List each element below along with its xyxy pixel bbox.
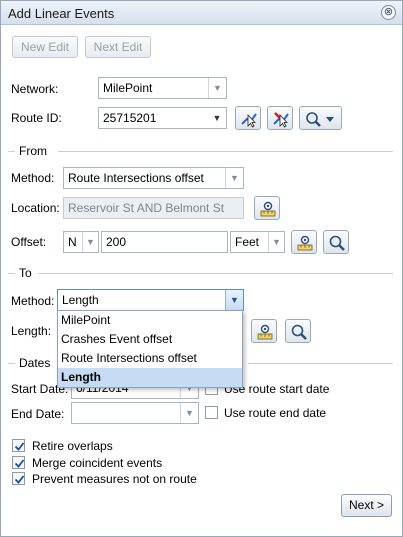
to-section-header: To bbox=[8, 266, 393, 280]
network-label: Network: bbox=[11, 82, 59, 96]
from-direction-select[interactable]: N ▼ bbox=[63, 231, 99, 253]
from-location-field: Reservoir St AND Belmont St bbox=[63, 197, 244, 219]
prevent-measures-label: Prevent measures not on route bbox=[32, 472, 197, 486]
retire-overlaps-checkbox[interactable] bbox=[12, 439, 25, 452]
from-location-label: Location: bbox=[11, 201, 60, 215]
magnifier-icon bbox=[306, 112, 334, 127]
magnifier-icon bbox=[329, 235, 345, 251]
zoom-to-to-button[interactable] bbox=[285, 319, 311, 343]
chevron-down-icon[interactable]: ▼ bbox=[180, 403, 198, 423]
checkmark-icon bbox=[14, 459, 25, 468]
next-button[interactable]: Next > bbox=[341, 494, 392, 517]
from-section-label: From bbox=[19, 144, 47, 158]
route-id-select[interactable]: 25715201 ▼ bbox=[98, 107, 227, 129]
measure-point-icon bbox=[257, 324, 273, 340]
merge-coincident-label: Merge coincident events bbox=[32, 456, 163, 470]
from-location-value: Reservoir St AND Belmont St bbox=[68, 201, 225, 215]
magnifier-icon bbox=[291, 324, 307, 340]
zoom-to-route-dropdown-button[interactable] bbox=[299, 106, 342, 130]
add-linear-events-panel: Add Linear Events ⊗ New Edit Next Edit N… bbox=[0, 0, 403, 537]
end-date-label: End Date: bbox=[11, 407, 65, 421]
chevron-down-icon[interactable]: ▼ bbox=[208, 78, 226, 98]
pick-to-location-button[interactable] bbox=[251, 319, 277, 343]
select-route-icon bbox=[241, 113, 257, 128]
chevron-down-icon[interactable]: ▼ bbox=[268, 232, 284, 252]
from-units-select[interactable]: Feet ▼ bbox=[230, 231, 285, 253]
from-section-header: From bbox=[8, 144, 393, 158]
next-edit-button[interactable]: Next Edit bbox=[85, 36, 151, 58]
new-edit-button[interactable]: New Edit bbox=[12, 36, 78, 58]
network-select[interactable]: MilePoint ▼ bbox=[98, 77, 227, 99]
chevron-down-icon[interactable]: ▼ bbox=[82, 232, 98, 252]
use-route-end-date-checkbox[interactable] bbox=[205, 406, 218, 419]
from-units-value: Feet bbox=[235, 235, 260, 249]
chevron-down-icon[interactable]: ▼ bbox=[225, 168, 243, 188]
chevron-down-icon[interactable]: ▼ bbox=[208, 108, 226, 128]
to-section-label: To bbox=[19, 266, 32, 280]
merge-coincident-checkbox[interactable] bbox=[12, 456, 25, 469]
to-method-label: Method: bbox=[11, 294, 55, 308]
checkmark-icon bbox=[14, 475, 25, 484]
from-method-value: Route Intersections offset bbox=[68, 171, 204, 185]
select-route-on-map-button[interactable] bbox=[235, 106, 261, 130]
dropdown-option-selected[interactable]: Length bbox=[58, 368, 242, 387]
retire-overlaps-label: Retire overlaps bbox=[32, 439, 113, 453]
route-id-label: Route ID: bbox=[11, 111, 62, 125]
chevron-down-icon[interactable]: ▼ bbox=[225, 290, 243, 310]
end-date-picker[interactable]: ▼ bbox=[71, 402, 199, 424]
from-direction-value: N bbox=[68, 235, 77, 249]
from-offset-value: 200 bbox=[106, 235, 127, 249]
from-offset-input[interactable]: 200 bbox=[101, 231, 228, 253]
prevent-measures-checkbox[interactable] bbox=[12, 472, 25, 485]
pick-from-location-button[interactable] bbox=[254, 196, 280, 220]
to-method-dropdown-list: MilePoint Crashes Event offset Route Int… bbox=[57, 310, 243, 388]
from-method-label: Method: bbox=[11, 171, 55, 185]
title-bar: Add Linear Events ⊗ bbox=[1, 1, 402, 25]
network-value: MilePoint bbox=[103, 81, 153, 95]
pick-from-offset-button[interactable] bbox=[291, 230, 317, 254]
clear-route-selection-button[interactable] bbox=[267, 106, 293, 130]
use-route-end-date-label: Use route end date bbox=[224, 406, 327, 420]
dropdown-option[interactable]: Route Intersections offset bbox=[58, 349, 242, 368]
measure-point-icon bbox=[260, 201, 276, 217]
panel-title: Add Linear Events bbox=[8, 6, 115, 21]
measure-point-icon bbox=[297, 235, 313, 251]
from-method-select[interactable]: Route Intersections offset ▼ bbox=[63, 167, 244, 189]
zoom-to-from-button[interactable] bbox=[323, 230, 349, 254]
from-offset-label: Offset: bbox=[11, 235, 47, 249]
dropdown-option[interactable]: MilePoint bbox=[58, 311, 242, 330]
to-method-value: Length bbox=[62, 293, 99, 307]
clear-route-icon bbox=[273, 112, 289, 128]
dropdown-option[interactable]: Crashes Event offset bbox=[58, 330, 242, 349]
to-method-select[interactable]: Length ▼ bbox=[57, 289, 244, 311]
to-length-label: Length: bbox=[11, 324, 52, 338]
dates-section-label: Dates bbox=[19, 356, 51, 370]
route-id-value: 25715201 bbox=[103, 111, 157, 125]
close-icon[interactable]: ⊗ bbox=[381, 5, 396, 20]
checkmark-icon bbox=[14, 442, 25, 451]
